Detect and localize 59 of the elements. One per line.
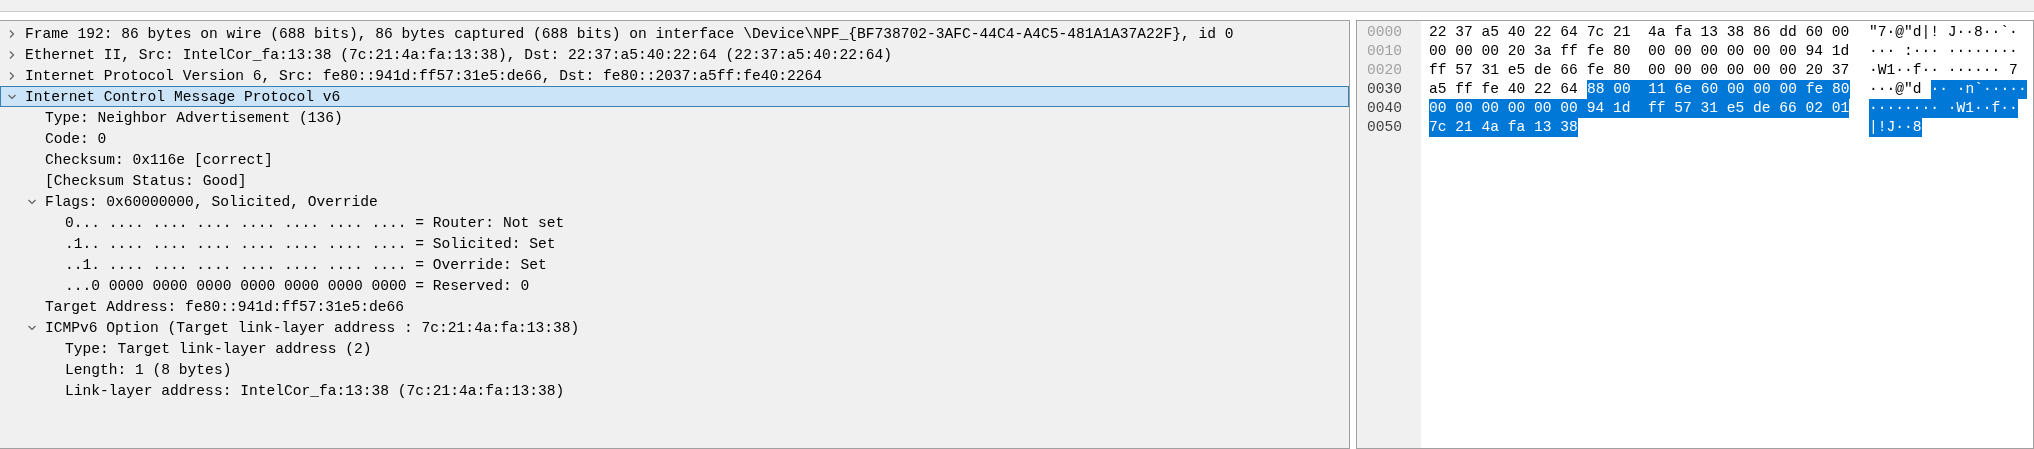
bytes-text: ·W1··f·· ······ 7 bbox=[1869, 61, 2018, 80]
tree-row[interactable]: Frame 192: 86 bytes on wire (688 bits), 86 bytes captured (688 bits) on interface \Device\NPF_{BF738702-3AFC-44C4-A4C5-481A1A37A22F}, id 0 bbox=[0, 23, 1349, 44]
field-label: Internet Protocol Version 6, Src: fe80::941d:ff57:31e5:de66, Dst: fe80::2037:a5ff:fe40:2264 bbox=[25, 67, 822, 84]
tree-row[interactable]: Type: Neighbor Advertisement (136) bbox=[0, 107, 1349, 128]
field-label: ..1. .... .... .... .... .... .... .... = Override: Set bbox=[65, 256, 547, 273]
field-label: Type: Target link-layer address (2) bbox=[65, 340, 372, 357]
tree-row[interactable]: ICMPv6 Option (Target link-layer address : 7c:21:4a:fa:13:38) bbox=[0, 317, 1349, 338]
field-label: Code: 0 bbox=[45, 130, 107, 147]
tree-row[interactable]: [Checksum Status: Good] bbox=[0, 170, 1349, 191]
selected-bytes: ·· ·n`····· bbox=[1930, 80, 2027, 99]
field-label: 0... .... .... .... .... .... .... .... = Router: Not set bbox=[65, 214, 565, 231]
tree-row[interactable]: Link-layer address: IntelCor_fa:13:38 (7c:21:4a:fa:13:38) bbox=[0, 380, 1349, 401]
tree-row[interactable]: Internet Protocol Version 6, Src: fe80::941d:ff57:31e5:de66, Dst: fe80::2037:a5ff:fe40:2264 bbox=[0, 65, 1349, 86]
selected-bytes: ········ ·W1··f·· bbox=[1869, 99, 2018, 118]
field-label: Frame 192: 86 bytes on wire (688 bits), 86 bytes captured (688 bits) on interface \Device\NPF_{BF738702-3AFC-44C4-A4C5-481A1A37A22F}, id 0 bbox=[25, 25, 1234, 42]
offset-text: 0030 bbox=[1366, 80, 1404, 99]
field-label: Ethernet II, Src: IntelCor_fa:13:38 (7c:21:4a:fa:13:38), Dst: 22:37:a5:40:22:64 (22:37:a5:40:22:64) bbox=[25, 46, 892, 63]
field-label: Internet Control Message Protocol v6 bbox=[25, 88, 341, 105]
field-label: Checksum: 0x116e [correct] bbox=[45, 151, 273, 168]
collapsed-caret-icon[interactable] bbox=[7, 49, 17, 60]
tree-row[interactable]: ...0 0000 0000 0000 0000 0000 0000 0000 = Reserved: 0 bbox=[0, 275, 1349, 296]
field-label: Target Address: fe80::941d:ff57:31e5:de66 bbox=[45, 298, 405, 315]
selected-bytes: 88 00 11 6e 60 00 00 00 fe 80 bbox=[1586, 80, 1850, 99]
offset-text: 0000 bbox=[1366, 23, 1404, 42]
field-label: ...0 0000 0000 0000 0000 0000 0000 0000 = Reserved: 0 bbox=[65, 277, 530, 294]
tree-row[interactable]: ..1. .... .... .... .... .... .... .... = Override: Set bbox=[0, 254, 1349, 275]
tree-row[interactable]: Ethernet II, Src: IntelCor_fa:13:38 (7c:21:4a:fa:13:38), Dst: 22:37:a5:40:22:64 (22:37:a5:40:22:64) bbox=[0, 44, 1349, 65]
collapsed-caret-icon[interactable] bbox=[7, 70, 17, 81]
selected-bytes: |!J··8 bbox=[1869, 118, 1922, 137]
bytes-text: ff 57 31 e5 de 66 fe 80 00 00 00 00 00 00 20 37 bbox=[1429, 61, 1850, 80]
bytes-text: 00 00 00 20 3a ff fe 80 00 00 00 00 00 00 94 1d bbox=[1429, 42, 1850, 61]
offset-text: 0050 bbox=[1366, 118, 1404, 137]
field-label: Flags: 0x60000000, Solicited, Override bbox=[45, 193, 378, 210]
field-label: ICMPv6 Option (Target link-layer address : 7c:21:4a:fa:13:38) bbox=[45, 319, 580, 336]
field-label: Link-layer address: IntelCor_fa:13:38 (7c:21:4a:fa:13:38) bbox=[65, 382, 565, 399]
selected-bytes: 00 00 00 00 00 00 94 1d ff 57 31 e5 de 66 02 01 bbox=[1429, 99, 1850, 118]
offset-text: 0010 bbox=[1366, 42, 1404, 61]
collapsed-caret-icon[interactable] bbox=[7, 28, 17, 39]
selected-bytes: 7c 21 4a fa 13 38 bbox=[1429, 118, 1578, 137]
field-label: .1.. .... .... .... .... .... .... .... = Solicited: Set bbox=[65, 235, 556, 252]
tree-row[interactable]: Length: 1 (8 bytes) bbox=[0, 359, 1349, 380]
offset-text: 0020 bbox=[1366, 61, 1404, 80]
bytes-text: ···@"d bbox=[1869, 80, 1922, 99]
tree-row[interactable]: 0... .... .... .... .... .... .... .... = Router: Not set bbox=[0, 212, 1349, 233]
field-label: Type: Neighbor Advertisement (136) bbox=[45, 109, 343, 126]
tree-row[interactable]: Target Address: fe80::941d:ff57:31e5:de66 bbox=[0, 296, 1349, 317]
bytes-text: ··· :··· ········ bbox=[1869, 42, 2018, 61]
tree-row[interactable]: Flags: 0x60000000, Solicited, Override bbox=[0, 191, 1349, 212]
field-label: [Checksum Status: Good] bbox=[45, 172, 247, 189]
tree-row[interactable]: Type: Target link-layer address (2) bbox=[0, 338, 1349, 359]
bytes-text: a5 ff fe 40 22 64 bbox=[1429, 80, 1578, 99]
bytes-text: 22 37 a5 40 22 64 7c 21 4a fa 13 38 86 dd 60 00 bbox=[1429, 23, 1850, 42]
tree-row[interactable]: Internet Control Message Protocol v6 bbox=[0, 86, 1349, 107]
tree-row[interactable]: .1.. .... .... .... .... .... .... .... = Solicited: Set bbox=[0, 233, 1349, 254]
field-label: Length: 1 (8 bytes) bbox=[65, 361, 232, 378]
offset-text: 0040 bbox=[1366, 99, 1404, 118]
tree-row[interactable]: Code: 0 bbox=[0, 128, 1349, 149]
tree-row[interactable]: Checksum: 0x116e [correct] bbox=[0, 149, 1349, 170]
bytes-text: "7·@"d|! J··8··`· bbox=[1869, 23, 2018, 42]
